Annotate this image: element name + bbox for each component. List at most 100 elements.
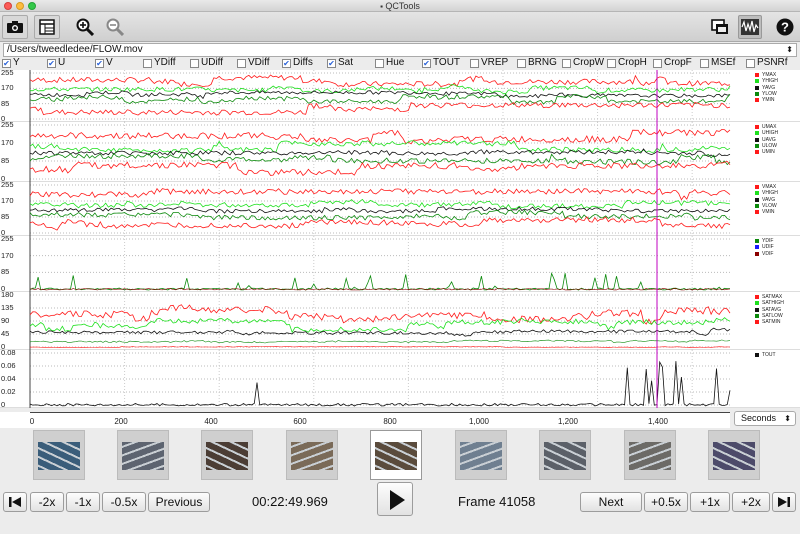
y-tick-label: 180 (1, 290, 14, 299)
checkbox[interactable]: ✔ (327, 58, 336, 68)
thumb-8[interactable] (624, 430, 676, 480)
filter-brng[interactable]: BRNG (517, 57, 557, 69)
graph-6[interactable]: 0.08 0.06 0.04 0.02 0 TOUT (0, 348, 800, 409)
y-tick-label: 170 (1, 250, 14, 260)
go-to-start-button[interactable] (3, 492, 27, 512)
thumb-4[interactable] (286, 430, 338, 480)
thumb-6[interactable] (455, 430, 507, 480)
filter-cropw[interactable]: CropW (562, 57, 604, 69)
x-tick-label: 600 (293, 417, 307, 426)
legend-swatch (755, 150, 759, 155)
checkbox[interactable]: ✔ (95, 58, 104, 68)
plot-canvas[interactable] (0, 236, 800, 292)
filter-u[interactable]: ✔ U (47, 57, 65, 69)
select-arrows-icon: ⬍ (784, 414, 791, 423)
filter-vrep[interactable]: VREP (470, 57, 508, 69)
thumbnail-image (38, 442, 80, 470)
graph-3[interactable]: 255 170 85 0 VMAX VHIGH VAVG VLOW VMIN (0, 180, 800, 237)
checkbox[interactable] (517, 58, 526, 68)
speed-plus-2x-button[interactable]: +2x (732, 492, 770, 512)
filter-label: CropF (664, 57, 692, 68)
filter-udiff[interactable]: UDiff (190, 57, 223, 69)
table-icon (39, 19, 55, 35)
checkbox[interactable] (190, 58, 199, 68)
help-button[interactable]: ? (774, 15, 796, 39)
windows-button[interactable] (708, 15, 732, 39)
graph-2[interactable]: 255 170 85 0 UMAX UHIGH UAVG ULOW UMIN (0, 120, 800, 183)
filter-label: U (58, 57, 66, 68)
plot-canvas[interactable] (0, 292, 800, 350)
plot-canvas[interactable] (0, 122, 800, 182)
filter-cropf[interactable]: CropF (653, 57, 692, 69)
thumb-2[interactable] (117, 430, 169, 480)
checkbox[interactable]: ✔ (2, 58, 11, 68)
filter-psnrf[interactable]: PSNRf (746, 57, 788, 69)
legend-swatch (755, 307, 759, 312)
filter-ydiff[interactable]: YDiff (143, 57, 176, 69)
speed-minus-1x-button[interactable]: -1x (66, 492, 100, 512)
checkbox[interactable] (746, 58, 755, 68)
thumb-1[interactable] (33, 430, 85, 480)
checkbox[interactable] (375, 58, 384, 68)
legend-swatch (755, 137, 759, 142)
y-tick-label: 90 (1, 316, 10, 325)
checkbox[interactable]: ✔ (422, 58, 431, 68)
checkbox[interactable] (700, 58, 709, 68)
time-units-select[interactable]: Seconds ⬍ (734, 411, 796, 426)
y-tick-label: 0.08 (1, 348, 16, 357)
previous-frame-button[interactable]: Previous (148, 492, 210, 512)
filter-vdiff[interactable]: VDiff (237, 57, 270, 69)
legend-item: VMIN (755, 209, 778, 215)
checkbox[interactable] (143, 58, 152, 68)
thumb-7[interactable] (539, 430, 591, 480)
play-button[interactable] (377, 482, 413, 516)
checkbox[interactable] (237, 58, 246, 68)
stats-table-button[interactable] (34, 15, 60, 39)
checkbox[interactable] (470, 58, 479, 68)
plot-canvas[interactable] (0, 182, 800, 236)
zoom-out-button[interactable] (104, 15, 126, 39)
select-arrows-icon: ⬍ (786, 45, 793, 54)
filter-hue[interactable]: Hue (375, 57, 404, 69)
graph-1[interactable]: 255 170 85 0 YMAX YHIGH YAVG YLOW YMIN (0, 68, 800, 123)
thumbnail-image (291, 442, 333, 470)
graph-5[interactable]: 180 135 90 45 0 SATMAX SATHIGH SATAVG SATLOW SATM… (0, 290, 800, 351)
file-path-select[interactable]: /Users/tweedledee/FLOW.mov ⬍ (3, 43, 797, 57)
filter-label: YDiff (154, 57, 176, 68)
speed-minus-2x-button[interactable]: -2x (30, 492, 64, 512)
next-frame-button[interactable]: Next (580, 492, 642, 512)
skip-start-icon (9, 497, 21, 507)
checkbox[interactable] (607, 58, 616, 68)
export-image-button[interactable] (2, 15, 28, 39)
speed-plus-half-button[interactable]: +0.5x (644, 492, 688, 512)
plot-canvas[interactable] (0, 70, 800, 122)
thumb-3[interactable] (201, 430, 253, 480)
speed-minus-half-button[interactable]: -0.5x (102, 492, 146, 512)
filter-tout[interactable]: ✔ TOUT (422, 57, 460, 69)
thumb-5[interactable] (370, 430, 422, 480)
filter-msef[interactable]: MSEf (700, 57, 735, 69)
speed-plus-1x-button[interactable]: +1x (690, 492, 730, 512)
filter-croph[interactable]: CropH (607, 57, 647, 69)
zoom-in-button[interactable] (74, 15, 96, 39)
checkbox[interactable] (653, 58, 662, 68)
legend-swatch (755, 85, 759, 90)
skip-end-icon (778, 497, 790, 507)
legend-label: SATMIN (762, 319, 781, 326)
filter-v[interactable]: ✔ V (95, 57, 113, 69)
graph-view-button[interactable] (738, 15, 762, 39)
legend-label: YMIN (762, 97, 775, 104)
graph-4[interactable]: 255 170 85 0 YDIF UDIF VDIF (0, 234, 800, 293)
filter-sat[interactable]: ✔ Sat (327, 57, 353, 69)
checkbox[interactable] (562, 58, 571, 68)
plot-canvas[interactable] (0, 350, 800, 408)
filter-label: BRNG (528, 57, 557, 68)
y-tick-label: 0.06 (1, 361, 16, 370)
checkbox[interactable]: ✔ (282, 58, 291, 68)
playback-controls: -2x -1x -0.5x Previous 00:22:49.969 Fram… (0, 482, 800, 522)
legend-swatch (755, 204, 759, 209)
thumb-9[interactable] (708, 430, 760, 480)
go-to-end-button[interactable] (772, 492, 796, 512)
checkbox[interactable]: ✔ (47, 58, 56, 68)
filter-diffs[interactable]: ✔ Diffs (282, 57, 313, 69)
